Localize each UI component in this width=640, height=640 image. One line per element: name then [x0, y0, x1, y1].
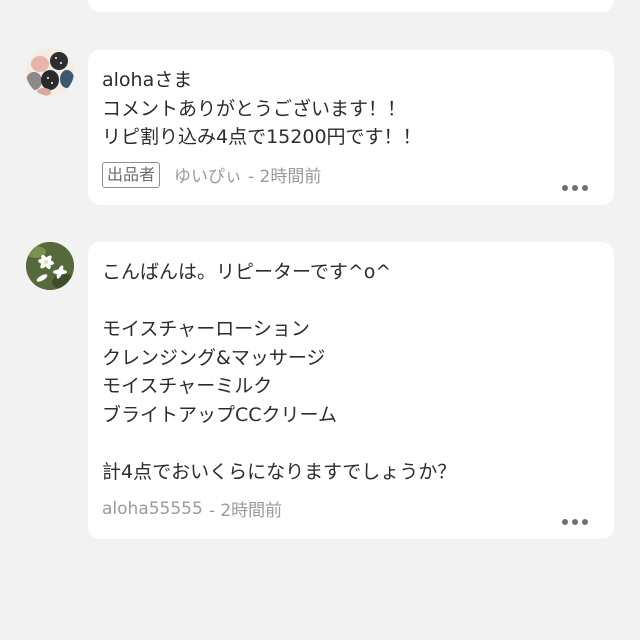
- comment-text-line: こんばんは。リピーターです^o^: [102, 261, 392, 283]
- avatar-pattern-image: [26, 48, 74, 96]
- comment-text-line: alohaさま: [102, 69, 193, 91]
- comment-text-line: コメントありがとうございます！！: [102, 97, 407, 120]
- more-options-icon[interactable]: [562, 185, 588, 191]
- more-options-icon[interactable]: [562, 519, 588, 525]
- comment-time: - 2時間前: [208, 501, 283, 521]
- comment-text-line: 計4点でおいくらになりますでしょうか？: [102, 460, 457, 483]
- comment-text-line: [102, 429, 614, 458]
- comment-text-line: クレンジング&マッサージ: [102, 346, 326, 369]
- comment-text-line: リピ割り込み4点で15200円です！！: [102, 126, 422, 148]
- avatar-flower-image: [26, 242, 74, 290]
- comment-text-line: ブライトアップCCクリーム: [102, 403, 337, 426]
- buyer-comment-card: こんばんは。リピーターです^o^ モイスチャーローション クレンジング&マッサー…: [88, 242, 614, 539]
- seller-badge: 出品者: [102, 161, 161, 188]
- comment-author[interactable]: aloha55555: [102, 499, 203, 519]
- buyer-avatar[interactable]: [26, 242, 74, 290]
- comment-time: - 2時間前: [248, 167, 322, 187]
- comment-text-line: モイスチャーミルク: [102, 375, 273, 397]
- comment-meta: 出品者 ゆいぴぃ - 2時間前: [102, 161, 614, 188]
- comment-text-line: [102, 287, 614, 316]
- comment-author[interactable]: ゆいぴぃ: [174, 162, 242, 187]
- comment-meta: aloha55555 - 2時間前: [102, 496, 614, 522]
- comment-text-line: モイスチャーローション: [102, 318, 310, 340]
- seller-comment-card: alohaさま コメントありがとうございます！！ リピ割り込み4点で15200円…: [88, 50, 614, 205]
- seller-avatar[interactable]: [26, 48, 74, 96]
- previous-comment-card: [88, 0, 614, 12]
